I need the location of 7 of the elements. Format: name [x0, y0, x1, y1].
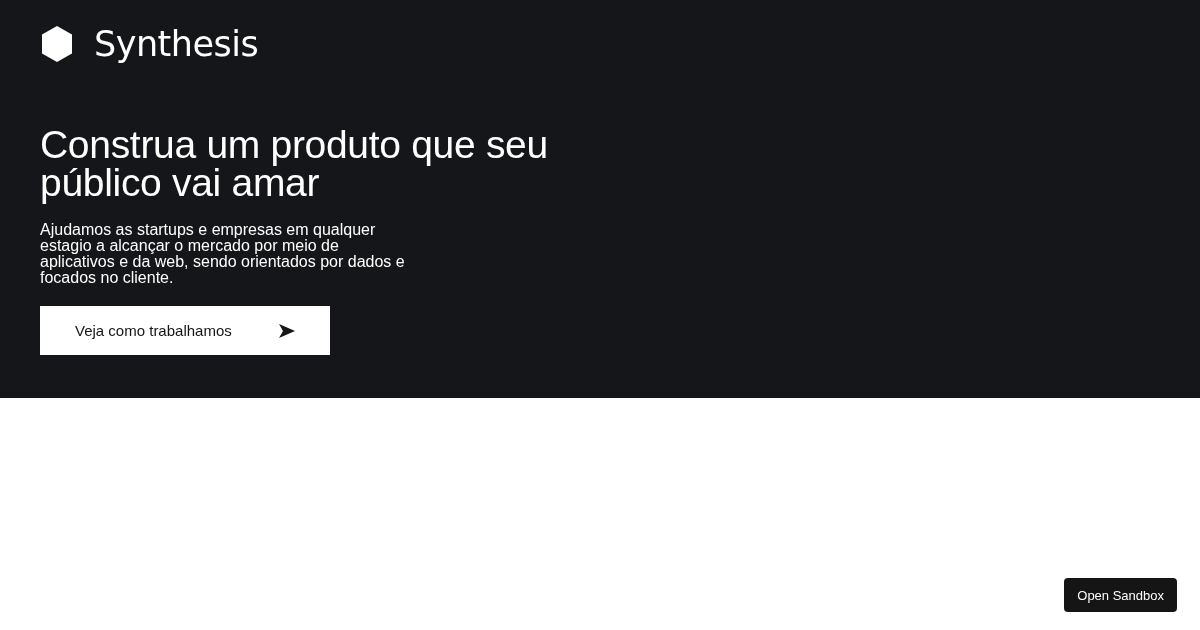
open-sandbox-button[interactable]: Open Sandbox — [1064, 578, 1177, 612]
arrow-icon — [278, 322, 296, 339]
brand-name: Synthesis — [94, 24, 259, 64]
hero-subtitle: Ajudamos as startups e empresas em qualquer estagio a alcançar o mercado por meio de aplicativos e da web, sendo orientados por dados e focados no cliente. — [40, 222, 405, 286]
hero-title: Construa um produto que seu público vai amar — [40, 126, 549, 202]
hexagon-logo-icon — [40, 25, 74, 63]
cta-button[interactable]: Veja como trabalhamos — [40, 306, 330, 355]
